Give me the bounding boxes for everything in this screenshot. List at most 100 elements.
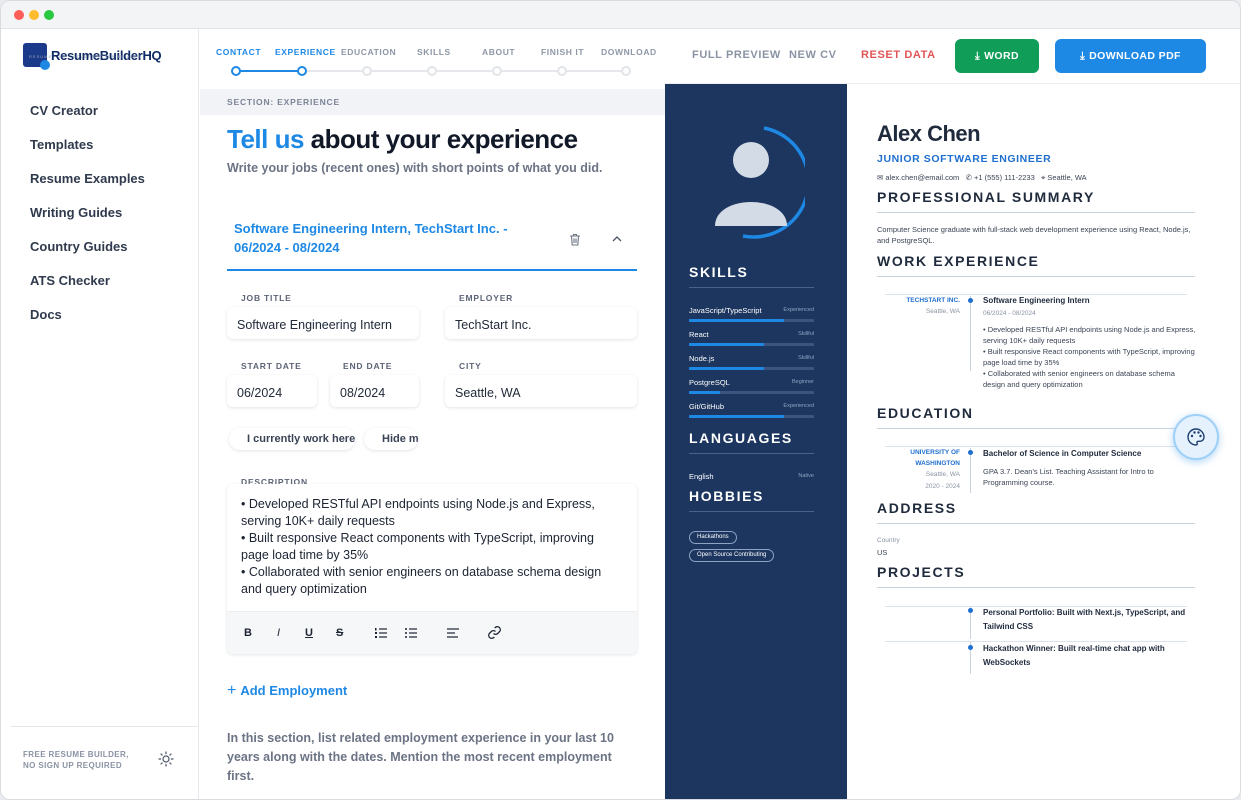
step-dot-contact[interactable] bbox=[231, 66, 241, 76]
cv-work-title: Software Engineering Intern bbox=[983, 296, 1090, 305]
add-employment-button[interactable]: + Add Employment bbox=[227, 682, 347, 700]
step-dot-download[interactable] bbox=[621, 66, 631, 76]
link-icon[interactable] bbox=[487, 625, 502, 640]
cv-edu-details: GPA 3.7. Dean's List. Teaching Assistant… bbox=[983, 467, 1154, 487]
bullet-list-icon[interactable] bbox=[404, 627, 418, 639]
divider bbox=[877, 523, 1195, 524]
employer-label: EMPLOYER bbox=[459, 293, 514, 303]
city-field[interactable]: Seattle, WA bbox=[445, 375, 637, 407]
timeline-dot bbox=[968, 645, 973, 650]
end-date-label: END DATE bbox=[343, 361, 393, 371]
step-dot-finish-it[interactable] bbox=[557, 66, 567, 76]
start-date-value: 06/2024 bbox=[237, 386, 283, 400]
start-date-field[interactable]: 06/2024 bbox=[227, 375, 317, 407]
download-word-button[interactable]: ⤓ WORD bbox=[955, 39, 1039, 73]
cv-skill-bar-fill bbox=[689, 343, 764, 346]
cv-skill-level: Skillful bbox=[798, 355, 814, 361]
step-dot-skills[interactable] bbox=[427, 66, 437, 76]
bold-button[interactable]: B bbox=[244, 627, 252, 639]
maximize-window-button[interactable] bbox=[44, 10, 54, 20]
theme-toggle-sun-icon[interactable] bbox=[158, 751, 174, 767]
chevron-up-icon[interactable] bbox=[611, 233, 623, 245]
avatar bbox=[715, 126, 805, 239]
step-experience[interactable]: EXPERIENCE bbox=[275, 47, 336, 57]
step-contact[interactable]: CONTACT bbox=[216, 47, 261, 57]
cv-hobbies-heading: HOBBIES bbox=[689, 488, 764, 504]
sidebar-item-templates[interactable]: Templates bbox=[30, 137, 145, 171]
sidebar-item-docs[interactable]: Docs bbox=[30, 307, 145, 341]
cv-skill-name: JavaScript/TypeScript bbox=[689, 306, 762, 315]
cv-skill-level: Experienced bbox=[783, 307, 814, 313]
page-title-highlight: Tell us bbox=[227, 124, 304, 154]
cv-work-dates: 06/2024 - 08/2024 bbox=[983, 310, 1036, 317]
divider bbox=[877, 212, 1195, 213]
step-finish-it[interactable]: FINISH IT bbox=[541, 47, 584, 57]
trash-icon[interactable] bbox=[569, 233, 581, 246]
divider bbox=[877, 276, 1195, 277]
currently-work-here-toggle[interactable]: I currently work here bbox=[229, 428, 355, 450]
step-dot-education[interactable] bbox=[362, 66, 372, 76]
italic-button[interactable]: I bbox=[277, 627, 280, 639]
sidebar-item-ats-checker[interactable]: ATS Checker bbox=[30, 273, 145, 307]
sidebar-item-cv-creator[interactable]: CV Creator bbox=[30, 103, 145, 137]
close-window-button[interactable] bbox=[14, 10, 24, 20]
cv-role: JUNIOR SOFTWARE ENGINEER bbox=[877, 153, 1052, 165]
cv-skill-bar-fill bbox=[689, 319, 784, 322]
add-employment-label: Add Employment bbox=[240, 683, 348, 698]
cv-address-heading: ADDRESS bbox=[877, 500, 957, 516]
step-download[interactable]: DOWNLOAD bbox=[601, 47, 657, 57]
divider bbox=[689, 287, 814, 288]
new-cv-link[interactable]: NEW CV bbox=[789, 49, 837, 61]
step-dot-experience[interactable] bbox=[297, 66, 307, 76]
timeline-line bbox=[970, 296, 971, 371]
full-preview-link[interactable]: FULL PREVIEW bbox=[692, 49, 781, 61]
description-text[interactable]: • Developed RESTful API endpoints using … bbox=[241, 496, 621, 598]
download-pdf-button[interactable]: ⤓ DOWNLOAD PDF bbox=[1055, 39, 1206, 73]
cv-skill-bar bbox=[689, 367, 814, 370]
cv-project-item: Personal Portfolio: Built with Next.js, … bbox=[983, 608, 1186, 631]
employer-value: TechStart Inc. bbox=[455, 318, 532, 332]
cv-location: Seattle, WA bbox=[1047, 173, 1087, 182]
cv-work-heading: WORK EXPERIENCE bbox=[877, 253, 1040, 269]
cv-language-level: Native bbox=[798, 473, 814, 479]
cv-edu-degree: Bachelor of Science in Computer Science bbox=[983, 449, 1142, 458]
timeline-dot bbox=[968, 298, 973, 303]
cv-skill-bar bbox=[689, 319, 814, 322]
cv-contact-row: ✉ alex.chen@email.com ✆ +1 (555) 111-223… bbox=[877, 173, 1087, 183]
reset-data-link[interactable]: RESET DATA bbox=[861, 49, 936, 61]
description-editor[interactable]: • Developed RESTful API endpoints using … bbox=[227, 484, 637, 654]
cv-language-name: English bbox=[689, 472, 714, 481]
end-date-value: 08/2024 bbox=[340, 386, 386, 400]
sidebar-item-resume-examples[interactable]: Resume Examples bbox=[30, 171, 145, 205]
download-icon: ⤓ bbox=[975, 50, 981, 62]
step-skills[interactable]: SKILLS bbox=[417, 47, 451, 57]
employer-field[interactable]: TechStart Inc. bbox=[445, 307, 637, 339]
cv-work-bullets: • Developed RESTful API endpoints using … bbox=[983, 325, 1196, 389]
minimize-window-button[interactable] bbox=[29, 10, 39, 20]
hide-months-toggle[interactable]: Hide mo bbox=[364, 428, 418, 450]
theme-color-button[interactable] bbox=[1173, 414, 1219, 460]
ordered-list-icon[interactable] bbox=[374, 627, 388, 639]
underline-button[interactable]: U bbox=[305, 627, 313, 639]
sidebar-item-writing-guides[interactable]: Writing Guides bbox=[30, 205, 145, 239]
employment-entry-header[interactable]: Software Engineering Intern, TechStart I… bbox=[227, 207, 637, 271]
align-left-icon[interactable] bbox=[446, 627, 460, 639]
step-education[interactable]: EDUCATION bbox=[341, 47, 396, 57]
cv-address-value: US bbox=[877, 548, 888, 557]
location-icon: ⌖ bbox=[1041, 173, 1046, 182]
sidebar-item-country-guides[interactable]: Country Guides bbox=[30, 239, 145, 273]
employment-entry-title: Software Engineering Intern, TechStart I… bbox=[234, 221, 508, 255]
phone-icon: ✆ bbox=[965, 173, 972, 182]
end-date-field[interactable]: 08/2024 bbox=[330, 375, 419, 407]
step-about[interactable]: ABOUT bbox=[482, 47, 515, 57]
start-date-label: START DATE bbox=[241, 361, 302, 371]
cv-skill-level: Skillful bbox=[798, 331, 814, 337]
strikethrough-button[interactable]: S bbox=[336, 627, 343, 639]
cv-work-company: TECHSTART INC. bbox=[906, 297, 960, 304]
cv-skill-name: React bbox=[689, 330, 709, 339]
job-title-field[interactable]: Software Engineering Intern bbox=[227, 307, 419, 339]
section-label: SECTION: EXPERIENCE bbox=[227, 97, 340, 107]
step-dot-about[interactable] bbox=[492, 66, 502, 76]
cv-edu-school: UNIVERSITY OF WASHINGTON bbox=[910, 449, 960, 467]
divider bbox=[689, 453, 814, 454]
